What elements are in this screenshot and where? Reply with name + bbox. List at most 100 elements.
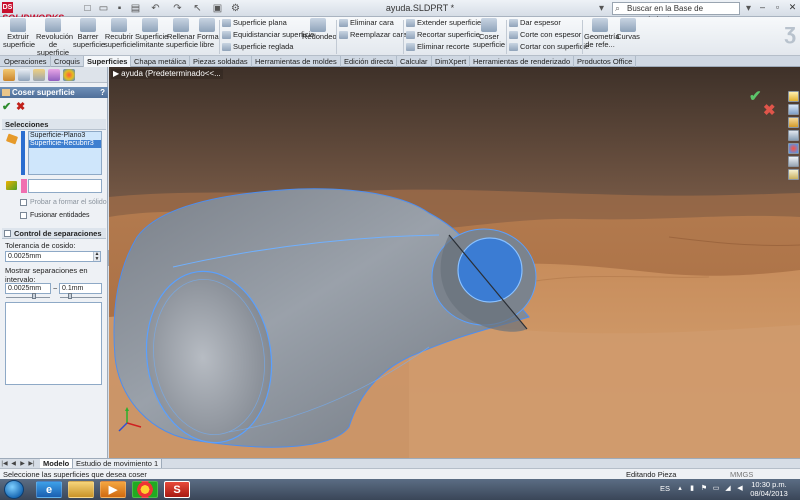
file-explorer-icon[interactable] xyxy=(68,481,94,498)
tab-edición-directa[interactable]: Edición directa xyxy=(341,56,398,67)
solidworks-resources-icon[interactable] xyxy=(788,91,799,102)
surfaces-selection-list[interactable]: Superficie-Plano3 Superficie-Recubrir3 xyxy=(28,131,102,175)
volume-icon[interactable]: ◀ xyxy=(736,485,744,493)
knowledge-base-search-input[interactable]: ⌕ Buscar en la Base de conocimiento xyxy=(612,2,740,24)
internet-explorer-icon[interactable]: e xyxy=(36,481,62,498)
system-clock[interactable]: 10:30 p.m. 08/04/2013 xyxy=(749,480,789,498)
entities-selection-list[interactable] xyxy=(28,179,102,193)
solidworks-taskbar-icon[interactable]: S xyxy=(164,481,190,498)
help-menu-icon[interactable]: ▾ xyxy=(596,3,607,14)
gap-max-slider[interactable] xyxy=(60,293,102,299)
try-form-solid-checkbox[interactable]: Probar a formar el sólido xyxy=(20,198,107,207)
merge-entities-checkbox[interactable]: Fusionar entidades xyxy=(20,211,90,220)
tab-herramientas-de-renderizado[interactable]: Herramientas de renderizado xyxy=(470,56,575,67)
search-dropdown-icon[interactable]: ▾ xyxy=(743,3,754,14)
loft-surface-button[interactable]: Recubrir superficie xyxy=(104,18,136,49)
slider-thumb[interactable] xyxy=(68,293,72,299)
gap-results-list[interactable] xyxy=(5,302,102,385)
tab-chapa-metálica[interactable]: Chapa metálica xyxy=(131,56,191,67)
graphics-viewport[interactable]: ▶ ayuda (Predeterminado<<... ✔ ✖ xyxy=(109,67,800,458)
select-pointer-icon[interactable]: ↖ xyxy=(192,3,203,14)
button-label: Extruir superficie xyxy=(3,32,36,49)
gap-control-group-title[interactable]: Control de separaciones xyxy=(2,228,106,239)
extrude-surface-button[interactable]: Extruir superficie xyxy=(3,18,36,49)
display-manager-tab-icon[interactable] xyxy=(63,69,75,81)
ruled-surface-button[interactable]: Superficie reglada xyxy=(222,42,293,52)
flag-icon[interactable]: ⚑ xyxy=(700,485,708,493)
knit-surface-button[interactable]: Coser superficie xyxy=(473,18,505,49)
replace-face-button[interactable]: Reemplazar cara xyxy=(339,30,407,40)
search-results-icon[interactable] xyxy=(788,130,799,141)
battery-icon[interactable]: ▭ xyxy=(712,485,720,493)
fillet-button[interactable]: Redondeo xyxy=(302,18,337,41)
surface-cut-button[interactable]: Cortar con superficie xyxy=(509,42,589,52)
tab-herramientas-de-moldes[interactable]: Herramientas de moldes xyxy=(252,56,341,67)
revolve-surface-button[interactable]: Revolución de superficie xyxy=(36,18,73,57)
untrim-surface-button[interactable]: Eliminar recorte xyxy=(406,42,470,52)
network-icon[interactable]: ▮ xyxy=(688,485,696,493)
new-document-icon[interactable]: □ xyxy=(82,3,93,14)
forum-icon[interactable] xyxy=(788,169,799,180)
trim-surface-button[interactable]: Recortar superficie xyxy=(406,30,480,40)
solidworks-logo[interactable]: DSSOLIDWORKS xyxy=(2,2,66,23)
sweep-surface-button[interactable]: Barrer superficie xyxy=(73,18,105,49)
fill-surface-button[interactable]: Rellenar superficie xyxy=(166,18,198,49)
undo-icon[interactable]: ↶ xyxy=(150,3,161,14)
thickened-cut-button[interactable]: Corte con espesor xyxy=(509,30,581,40)
open-folder-icon[interactable]: ▭ xyxy=(98,3,109,14)
tab-operaciones[interactable]: Operaciones xyxy=(1,56,51,67)
selections-group-title[interactable]: Selecciones xyxy=(2,119,106,130)
configuration-manager-tab-icon[interactable] xyxy=(33,69,45,81)
gap-min-slider[interactable] xyxy=(6,293,50,299)
tray-expand-icon[interactable]: ▴ xyxy=(676,485,684,493)
options-gear-icon[interactable]: ⚙ xyxy=(230,3,241,14)
chrome-browser-icon[interactable] xyxy=(132,481,158,498)
planar-surface-button[interactable]: Superficie plana xyxy=(222,18,287,28)
tab-piezas-soldadas[interactable]: Piezas soldadas xyxy=(190,56,252,67)
group-checkbox[interactable] xyxy=(4,230,11,237)
print-icon[interactable]: ▤ xyxy=(130,3,141,14)
property-manager-tab-icon[interactable] xyxy=(18,69,30,81)
redo-icon[interactable]: ↷ xyxy=(172,3,183,14)
list-item[interactable]: Superficie-Recubrir3 xyxy=(29,140,101,148)
ok-button[interactable]: ✔ xyxy=(2,100,11,113)
start-button[interactable] xyxy=(4,480,24,499)
reference-geometry-button[interactable]: Geometría de refe... xyxy=(584,18,619,49)
file-explorer-icon[interactable] xyxy=(788,117,799,128)
wifi-icon[interactable]: ◢ xyxy=(724,485,732,493)
custom-properties-icon[interactable] xyxy=(788,156,799,167)
knit-tolerance-input[interactable]: 0.0025mm ▲ ▼ xyxy=(5,251,101,262)
boundary-surface-button[interactable]: Superficie limitante xyxy=(135,18,168,49)
confirmation-ok-button[interactable]: ✔ xyxy=(749,87,762,105)
appearances-icon[interactable] xyxy=(788,143,799,154)
tab-dimxpert[interactable]: DimXpert xyxy=(432,56,471,67)
restore-icon[interactable]: ▫ xyxy=(771,1,784,14)
tab-croquis[interactable]: Croquis xyxy=(51,56,84,67)
tab-productos-office[interactable]: Productos Office xyxy=(574,56,637,67)
save-icon[interactable]: ▪ xyxy=(114,3,125,14)
extend-surface-button[interactable]: Extender superficie xyxy=(406,18,481,28)
tab-calcular[interactable]: Calcular xyxy=(397,56,432,67)
list-item[interactable]: Superficie-Plano3 xyxy=(29,132,101,140)
curves-button[interactable]: Curvas xyxy=(616,18,640,41)
rebuild-icon[interactable]: ▣ xyxy=(212,3,223,14)
minimize-icon[interactable]: – xyxy=(756,1,769,14)
dimxpert-manager-tab-icon[interactable] xyxy=(48,69,60,81)
language-indicator[interactable]: ES xyxy=(660,484,670,493)
thicken-button[interactable]: Dar espesor xyxy=(509,18,561,28)
help-icon[interactable]: ? xyxy=(100,87,105,98)
close-icon[interactable]: ✕ xyxy=(786,1,799,14)
cancel-button[interactable]: ✖ xyxy=(16,100,25,113)
tab-superficies[interactable]: Superficies xyxy=(84,56,132,67)
slider-thumb[interactable] xyxy=(32,293,36,299)
feature-manager-tab-icon[interactable] xyxy=(3,69,15,81)
feature-tree-flyout[interactable]: ▶ ayuda (Predeterminado<<... xyxy=(111,69,223,79)
design-library-icon[interactable] xyxy=(788,104,799,115)
offset-surface-button[interactable]: Equidistanciar superficie xyxy=(222,30,314,40)
confirmation-cancel-button[interactable]: ✖ xyxy=(763,101,776,119)
delete-face-button[interactable]: Eliminar cara xyxy=(339,18,394,28)
spinner-arrows-icon[interactable]: ▲ ▼ xyxy=(93,252,100,261)
expand-arrow-icon[interactable]: ▶ xyxy=(113,69,119,79)
media-player-icon[interactable]: ▶ xyxy=(100,481,126,498)
freeform-button[interactable]: Forma libre xyxy=(197,18,219,49)
